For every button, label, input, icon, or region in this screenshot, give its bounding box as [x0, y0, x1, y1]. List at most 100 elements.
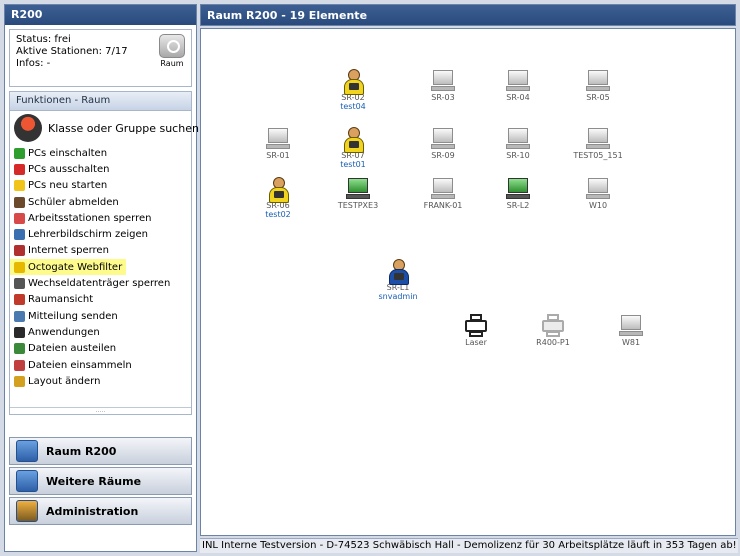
computer-icon	[431, 69, 455, 93]
station-user: test04	[340, 102, 366, 111]
function-label: Lehrerbildschirm zeigen	[28, 229, 148, 241]
teacher-user-icon	[386, 259, 410, 285]
station-sr-09[interactable]: SR-09	[411, 127, 475, 160]
tools-nav-icon	[16, 500, 38, 522]
function-item[interactable]: Layout ändern	[10, 373, 191, 389]
function-item[interactable]: Octogate Webfilter	[10, 259, 126, 276]
room-button[interactable]: Raum	[157, 34, 187, 70]
room-view-header: Raum R200 - 19 Elemente	[200, 4, 736, 26]
station-name: TEST05_151	[573, 151, 623, 160]
function-label: Layout ändern	[28, 375, 101, 387]
nav-administration[interactable]: Administration	[9, 497, 192, 525]
group-search-icon	[14, 114, 42, 142]
message-icon	[14, 310, 25, 322]
computer-icon	[431, 177, 455, 201]
function-item[interactable]: Internet sperren	[10, 243, 191, 259]
room-canvas[interactable]: SR-02 test04 SR-03 SR-04 SR-05 SR-01 SR-07 test…	[200, 28, 736, 536]
student-user-icon	[341, 127, 365, 153]
rooms-nav-icon	[16, 470, 38, 492]
station-name: SR-05	[586, 93, 610, 102]
computer-active-icon	[506, 177, 530, 201]
station-name: TESTPXE3	[337, 201, 379, 210]
station-user: snvadmin	[378, 292, 418, 301]
station-frank-01[interactable]: FRANK-01	[411, 177, 475, 210]
station-sr-01[interactable]: SR-01	[246, 127, 310, 160]
printer-offline-icon	[541, 314, 565, 338]
station-name: FRANK-01	[423, 201, 463, 210]
function-label: Octogate Webfilter	[28, 261, 123, 273]
student-user-icon	[341, 69, 365, 95]
nav-raum-r200[interactable]: Raum R200	[9, 437, 192, 465]
function-label: Arbeitsstationen sperren	[28, 212, 152, 224]
internet-lock-icon	[14, 245, 25, 257]
function-item[interactable]: PCs ausschalten	[10, 161, 191, 177]
function-item[interactable]: Klasse oder Gruppe suchen	[10, 111, 199, 145]
function-label: Mitteilung senden	[28, 310, 118, 322]
station-sr-05[interactable]: SR-05	[566, 69, 630, 102]
filter-icon	[14, 261, 25, 273]
station-w81[interactable]: W81	[599, 314, 663, 347]
station-name: SR-10	[506, 151, 530, 160]
computer-icon	[431, 127, 455, 151]
power-off-icon	[14, 163, 25, 175]
room-button-label: Raum	[160, 59, 184, 68]
station-test05_151[interactable]: TEST05_151	[566, 127, 630, 160]
station-name: SR-09	[431, 151, 455, 160]
nav-weitere-raeume[interactable]: Weitere Räume	[9, 467, 192, 495]
printer-icon	[464, 314, 488, 338]
function-label: Schüler abmelden	[28, 196, 119, 208]
room-icon	[159, 34, 185, 58]
station-w10[interactable]: W10	[566, 177, 630, 210]
function-item[interactable]: Arbeitsstationen sperren	[10, 210, 191, 226]
function-label: PCs ausschalten	[28, 163, 110, 175]
function-item[interactable]: Mitteilung senden	[10, 308, 191, 324]
station-sr-04[interactable]: SR-04	[486, 69, 550, 102]
splitter-grip[interactable]: .....	[10, 407, 191, 414]
nav-label: Weitere Räume	[46, 474, 142, 488]
function-item[interactable]: Raumansicht	[10, 292, 191, 308]
function-item[interactable]: Dateien einsammeln	[10, 357, 191, 373]
function-item[interactable]: Anwendungen	[10, 324, 191, 340]
station-sr-02[interactable]: SR-02 test04	[321, 69, 385, 111]
function-label: Raumansicht	[28, 294, 94, 306]
station-name: Laser	[465, 338, 487, 347]
station-sr-06[interactable]: SR-06 test02	[246, 177, 310, 219]
functions-header: Funktionen - Raum	[10, 92, 191, 111]
station-name: W10	[588, 201, 608, 210]
layout-icon	[14, 375, 25, 387]
station-name: SR-L2	[506, 201, 530, 210]
computer-icon	[586, 177, 610, 201]
nav-label: Administration	[46, 504, 139, 518]
function-label: PCs neu starten	[28, 180, 108, 192]
station-user: test01	[340, 160, 366, 169]
station-sr-l2[interactable]: SR-L2	[486, 177, 550, 210]
left-panel: R200 Status: frei Aktive Stationen: 7/17…	[4, 4, 199, 552]
computer-icon	[619, 314, 643, 338]
function-item[interactable]: Wechseldatenträger sperren	[10, 275, 191, 291]
station-sr-07[interactable]: SR-07 test01	[321, 127, 385, 169]
computer-icon	[586, 127, 610, 151]
station-testpxe3[interactable]: TESTPXE3	[326, 177, 390, 210]
station-r400-p1[interactable]: R400-P1	[521, 314, 585, 347]
function-label: Dateien einsammeln	[28, 359, 132, 371]
power-on-icon	[14, 147, 25, 159]
function-label: Klasse oder Gruppe suchen	[48, 121, 199, 135]
function-item[interactable]: Schüler abmelden	[10, 194, 191, 210]
function-item[interactable]: Lehrerbildschirm zeigen	[10, 226, 191, 242]
function-label: Wechseldatenträger sperren	[28, 278, 171, 290]
station-name: SR-01	[266, 151, 290, 160]
room-view-icon	[14, 294, 25, 306]
function-label: Internet sperren	[28, 245, 109, 257]
screen-icon	[14, 229, 25, 241]
restart-icon	[14, 180, 25, 192]
function-item[interactable]: PCs einschalten	[10, 145, 191, 161]
station-sr-03[interactable]: SR-03	[411, 69, 475, 102]
station-sr-10[interactable]: SR-10	[486, 127, 550, 160]
function-item[interactable]: Dateien austeilen	[10, 341, 191, 357]
computer-active-icon	[346, 177, 370, 201]
function-item[interactable]: PCs neu starten	[10, 178, 191, 194]
computer-icon	[506, 69, 530, 93]
station-user: test02	[265, 210, 291, 219]
station-sr-l1[interactable]: SR-L1 snvadmin	[366, 259, 430, 301]
station-laser[interactable]: Laser	[444, 314, 508, 347]
